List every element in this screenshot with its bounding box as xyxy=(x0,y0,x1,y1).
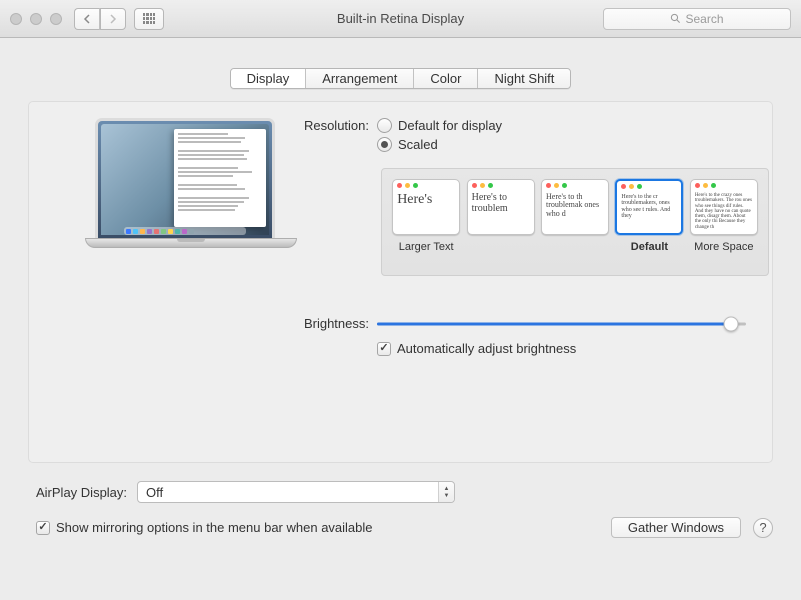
res-thumb-2[interactable]: Here's to troublem xyxy=(466,179,534,253)
res-thumb-larger[interactable]: Here's Larger Text xyxy=(392,179,460,253)
checkbox-label: Show mirroring options in the menu bar w… xyxy=(56,520,373,535)
search-icon xyxy=(670,13,681,24)
zoom-window-icon[interactable] xyxy=(50,13,62,25)
res-thumb-more[interactable]: Here's to the crazy ones troublemakers. … xyxy=(690,179,758,253)
close-window-icon[interactable] xyxy=(10,13,22,25)
titlebar: Built-in Retina Display Search xyxy=(0,0,801,38)
checkbox-label: Automatically adjust brightness xyxy=(397,341,576,356)
traffic-lights xyxy=(10,13,62,25)
search-input[interactable]: Search xyxy=(603,8,791,30)
radio-icon xyxy=(377,118,392,133)
tab-color[interactable]: Color xyxy=(414,69,478,88)
airplay-row: AirPlay Display: Off ▲▼ xyxy=(28,481,773,503)
res-thumb-default[interactable]: Here's to the cr troublemakers, ones who… xyxy=(615,179,683,253)
tab-arrangement[interactable]: Arrangement xyxy=(306,69,414,88)
minimize-window-icon[interactable] xyxy=(30,13,42,25)
tab-group: Display Arrangement Color Night Shift xyxy=(230,68,572,89)
show-all-prefs-button[interactable] xyxy=(134,8,164,30)
tab-night-shift[interactable]: Night Shift xyxy=(478,69,570,88)
res-thumb-3[interactable]: Here's to th troublemak ones who d xyxy=(541,179,609,253)
chevron-right-icon xyxy=(109,14,117,24)
resolution-scaled-radio[interactable]: Scaled xyxy=(377,137,750,152)
radio-icon xyxy=(377,137,392,152)
display-panel: Resolution: Default for display Scaled H… xyxy=(28,101,773,463)
auto-brightness-checkbox[interactable]: Automatically adjust brightness xyxy=(377,341,750,356)
checkbox-icon xyxy=(377,342,391,356)
content-area: Display Arrangement Color Night Shift xyxy=(0,38,801,548)
help-button[interactable]: ? xyxy=(753,518,773,538)
slider-thumb-icon xyxy=(724,316,739,331)
airplay-value: Off xyxy=(146,485,163,500)
mirror-checkbox[interactable]: Show mirroring options in the menu bar w… xyxy=(36,520,373,535)
tab-display[interactable]: Display xyxy=(231,69,307,88)
back-button[interactable] xyxy=(74,8,100,30)
gather-windows-button[interactable]: Gather Windows xyxy=(611,517,741,538)
radio-label: Default for display xyxy=(398,118,502,133)
brightness-slider[interactable] xyxy=(377,317,746,331)
forward-button[interactable] xyxy=(100,8,126,30)
updown-arrows-icon: ▲▼ xyxy=(438,482,454,502)
chevron-left-icon xyxy=(83,14,91,24)
radio-label: Scaled xyxy=(398,137,438,152)
bottom-row: Show mirroring options in the menu bar w… xyxy=(28,517,773,538)
tab-row: Display Arrangement Color Night Shift xyxy=(28,68,773,89)
apps-grid-icon xyxy=(143,13,155,25)
search-placeholder: Search xyxy=(685,12,723,26)
resolution-default-radio[interactable]: Default for display xyxy=(377,118,750,133)
resolution-options: Here's Larger Text Here's to troublem He… xyxy=(381,168,769,276)
brightness-label: Brightness: xyxy=(51,316,377,331)
help-icon: ? xyxy=(759,520,766,535)
airplay-label: AirPlay Display: xyxy=(36,485,127,500)
display-preview xyxy=(85,118,285,248)
checkbox-icon xyxy=(36,521,50,535)
airplay-select[interactable]: Off ▲▼ xyxy=(137,481,455,503)
